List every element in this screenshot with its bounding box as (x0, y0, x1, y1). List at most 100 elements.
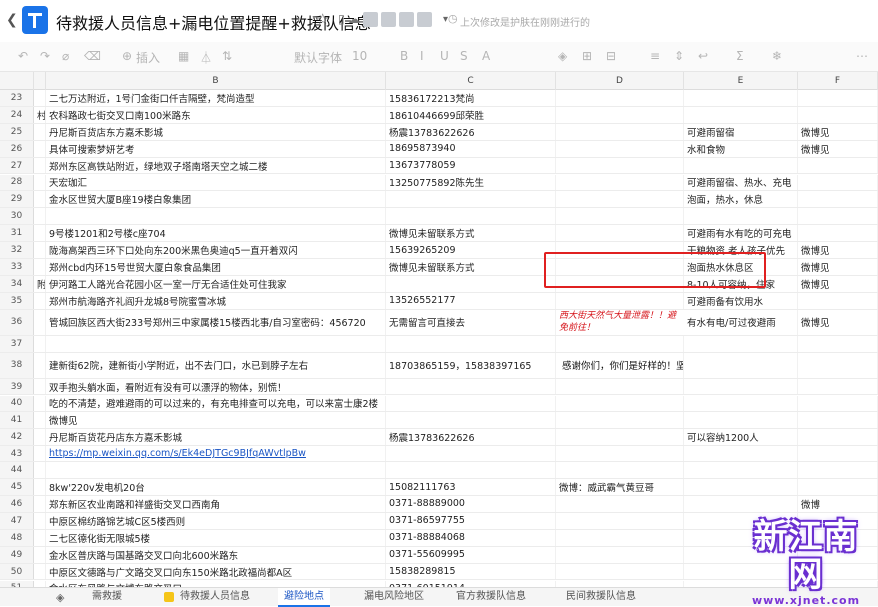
cell-c[interactable] (386, 378, 556, 395)
cell-b[interactable] (46, 462, 386, 479)
cell-c[interactable]: 15836172213梵尚 (386, 90, 556, 106)
row-number[interactable]: 39 (0, 378, 34, 395)
cell-c[interactable] (386, 446, 556, 462)
cell-b[interactable]: 二七区德化街无限城5楼 (46, 529, 386, 546)
clear-format-icon[interactable]: ⌫ (84, 49, 101, 63)
cell-b[interactable]: 微博见 (46, 412, 386, 429)
more-icon[interactable]: ⋯ (856, 49, 868, 63)
strikethrough-icon[interactable]: S (460, 49, 468, 63)
row-number[interactable]: 29 (0, 191, 34, 208)
row-number[interactable]: 27 (0, 157, 34, 174)
cell-f[interactable] (798, 335, 878, 352)
column-header-b[interactable]: B (46, 72, 386, 90)
cell-f[interactable]: 微博见 (798, 259, 878, 275)
cell-e[interactable]: 有水有电/可过夜避雨 (684, 309, 798, 335)
tab-need-rescue[interactable]: 需救援 (86, 588, 128, 607)
cell-d[interactable] (556, 191, 684, 208)
cell-c[interactable]: 杨震13783622626 (386, 123, 556, 140)
wrap-icon[interactable]: ↩ (698, 49, 708, 63)
redo-icon[interactable]: ↷ (40, 49, 50, 63)
cell-f[interactable] (798, 157, 878, 174)
cell-c[interactable] (386, 335, 556, 352)
cell-b[interactable]: 金水区世贸大厦B座19楼白象集团 (46, 191, 386, 208)
cell-f[interactable] (798, 174, 878, 191)
cell-c[interactable]: 微博见未留联系方式 (386, 225, 556, 242)
cell-c[interactable]: 无需留言可直接去 (386, 309, 556, 335)
row-number[interactable]: 46 (0, 496, 34, 512)
column-header-e[interactable]: E (684, 72, 798, 90)
cell-d[interactable] (556, 496, 684, 512)
valign-icon[interactable]: ⇕ (674, 49, 684, 63)
row-number[interactable]: 49 (0, 546, 34, 563)
cell-c[interactable]: 0371-88889000 (386, 496, 556, 512)
insert-button[interactable]: 插入 (136, 49, 160, 66)
cell-f[interactable]: 微博见 (798, 140, 878, 157)
cell-d[interactable] (556, 429, 684, 446)
cell-a[interactable] (34, 242, 46, 258)
corner-cell[interactable] (0, 72, 34, 90)
cell-a[interactable] (34, 174, 46, 191)
cell-d[interactable] (556, 174, 684, 191)
tab-civil-rescue-teams[interactable]: 民间救援队信息 (560, 588, 642, 607)
cell-b[interactable]: 陇海高架西三环下口处向东200米黑色奥迪q5一直开着双闪 (46, 242, 386, 258)
bold-icon[interactable]: B (400, 49, 408, 63)
cell-f[interactable] (798, 208, 878, 225)
cell-d[interactable]: 感谢你们，你们是好样的！坚持住！郑州挺住！ (556, 352, 684, 378)
cell-d[interactable] (556, 378, 684, 395)
cell-a[interactable] (34, 412, 46, 429)
cell-b[interactable]: 双手抱头躺水面，看附近有没有可以漂浮的物体，别慌！ (46, 378, 386, 395)
cell-e[interactable]: 可避雨留宿、热水、充电 (684, 174, 798, 191)
row-number[interactable]: 30 (0, 208, 34, 225)
cell-b[interactable]: 郑东新区农业南路和祥盛街交叉口西南角 (46, 496, 386, 512)
cell-a[interactable] (34, 90, 46, 106)
sort-icon[interactable]: ⇅ (222, 49, 232, 63)
tab-waiting-rescue[interactable]: 待救援人员信息 (160, 588, 256, 607)
cell-e[interactable] (684, 412, 798, 429)
tab-official-rescue-teams[interactable]: 官方救援队信息 (450, 588, 532, 607)
cell-d[interactable]: 西大街天然气大量泄露！！避免前往！ (557, 310, 682, 335)
row-number[interactable]: 38 (0, 352, 34, 378)
filter-icon[interactable]: ⏃ (200, 49, 212, 66)
cell-b[interactable]: 管城回族区西大街233号郑州三中家属楼15楼西北事/自习室密码：456720 (46, 309, 386, 335)
cell-a[interactable] (34, 496, 46, 512)
cell-b[interactable]: 中原区文德路与广文路交叉口向东150米路北政福尚都A区 (46, 563, 386, 580)
cell-f[interactable] (798, 191, 878, 208)
cell-e[interactable] (684, 335, 798, 352)
cell-c[interactable] (386, 462, 556, 479)
row-number[interactable]: 26 (0, 140, 34, 157)
add-icon[interactable]: ⊕ (122, 49, 132, 63)
cell-a[interactable] (34, 140, 46, 157)
cell-d[interactable] (556, 529, 684, 546)
cell-c[interactable]: 杨震13783622626 (386, 429, 556, 446)
cell-f[interactable] (798, 395, 878, 412)
column-header-f[interactable]: F (798, 72, 878, 90)
cell-f[interactable]: 微博见 (798, 242, 878, 258)
row-number[interactable]: 37 (0, 335, 34, 352)
cell-d[interactable] (556, 462, 684, 479)
cell-c[interactable]: 18703865159，15838397165 (386, 352, 556, 378)
chevron-left-icon[interactable]: ❮ (6, 12, 18, 28)
cell-c[interactable] (386, 412, 556, 429)
column-header-c[interactable]: C (386, 72, 556, 90)
cell-a[interactable]: 村 (34, 106, 46, 123)
cell-c[interactable]: 18695873940 (386, 140, 556, 157)
cell-b[interactable]: 中原区棉纺路锦艺城C区5楼西则 (46, 512, 386, 529)
cell-b[interactable]: 伊河路工人路光合花园小区一室一厅无合适住处可住我家 (46, 275, 386, 292)
tab-electric-leak-risk[interactable]: 漏电风险地区 (358, 588, 430, 607)
cell-d[interactable] (556, 292, 684, 309)
border-icon[interactable]: ⊞ (582, 49, 592, 63)
row-number[interactable]: 25 (0, 123, 34, 140)
cell-a[interactable] (34, 208, 46, 225)
cell-f[interactable] (798, 462, 878, 479)
row-number[interactable]: 45 (0, 479, 34, 495)
cell-b[interactable]: 9号楼1201和2号楼c座704 (46, 225, 386, 242)
column-header-a[interactable] (34, 72, 46, 90)
cell-d[interactable] (556, 335, 684, 352)
tab-shelter-locations[interactable]: 避险地点 (278, 588, 330, 607)
table-icon[interactable]: ▦ (178, 49, 189, 63)
cell-e[interactable]: 可避雨留宿 (684, 123, 798, 140)
row-number[interactable]: 24 (0, 106, 34, 123)
cell-d[interactable] (556, 208, 684, 225)
cell-c[interactable]: 13250775892陈先生 (386, 174, 556, 191)
cell-e[interactable] (684, 496, 798, 512)
